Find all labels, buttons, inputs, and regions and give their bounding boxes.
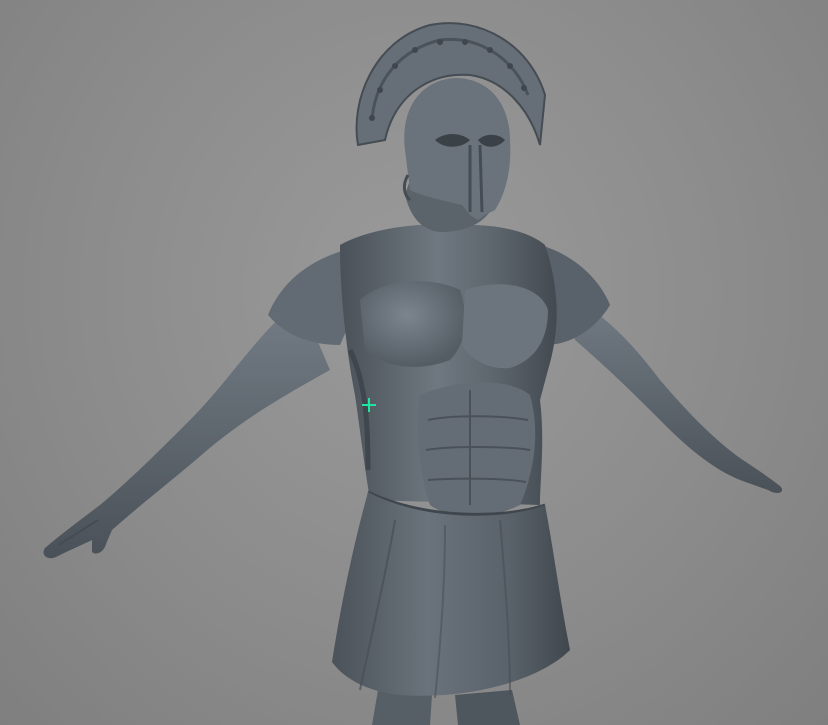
3d-viewport[interactable]	[0, 0, 828, 725]
right-arm	[43, 300, 330, 559]
pivot-marker-icon[interactable]	[362, 398, 376, 412]
torso-armor	[340, 224, 557, 517]
warrior-3d-model[interactable]	[0, 0, 828, 725]
legs	[372, 690, 520, 725]
skirt	[332, 492, 570, 699]
